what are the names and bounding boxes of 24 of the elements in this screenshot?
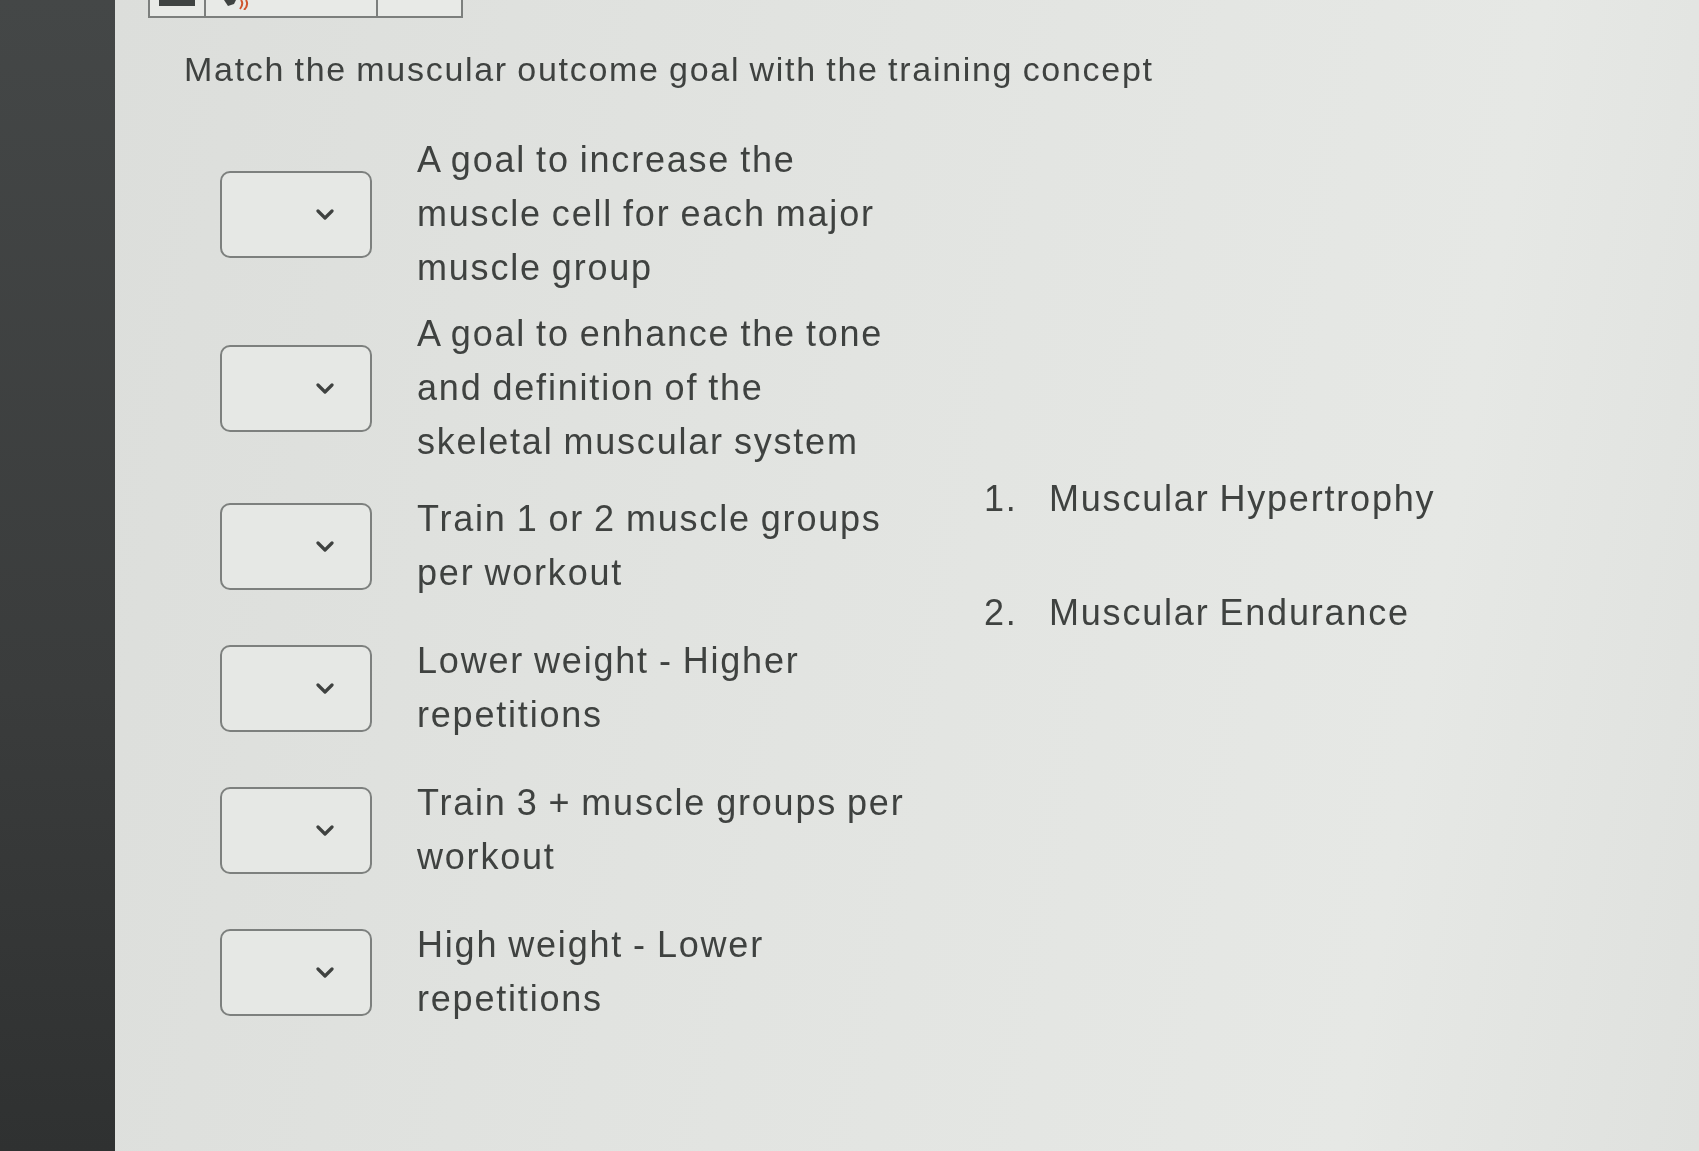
prompt-text: A goal to increase the muscle cell for each major muscle group xyxy=(417,138,876,290)
answer-dropdown[interactable] xyxy=(220,644,372,732)
answer-dropdown[interactable] xyxy=(220,502,372,590)
list-number: 1. xyxy=(984,477,1019,521)
question-title: Match the muscular outcome goal with the training concept xyxy=(184,49,1154,90)
list-number: 2. xyxy=(984,591,1019,635)
prompt-text: A goal to enhance the tone and definition of the skeletal muscular system xyxy=(417,312,885,464)
caret-icon xyxy=(316,824,334,836)
answer-dropdown[interactable] xyxy=(220,170,372,258)
answer-dropdown[interactable] xyxy=(220,786,372,874)
caret-icon xyxy=(316,682,334,694)
prompt-text: Train 3 + muscle groups per workout xyxy=(417,781,906,879)
prompt-text: Lower weight - Higher repetitions xyxy=(417,639,801,737)
answer-dropdown[interactable] xyxy=(220,344,372,432)
answer-dropdown[interactable] xyxy=(220,928,372,1016)
caret-icon xyxy=(316,208,334,220)
prompt-text: High weight - Lower repetitions xyxy=(417,923,765,1021)
caret-icon xyxy=(316,540,334,552)
answer-label: Muscular Hypertrophy xyxy=(1049,477,1436,521)
answer-label: Muscular Endurance xyxy=(1049,591,1411,635)
prompt-text: Train 1 or 2 muscle groups per workout xyxy=(417,497,883,595)
bar-icon xyxy=(159,0,195,6)
caret-icon xyxy=(316,966,334,978)
caret-icon xyxy=(316,382,334,394)
